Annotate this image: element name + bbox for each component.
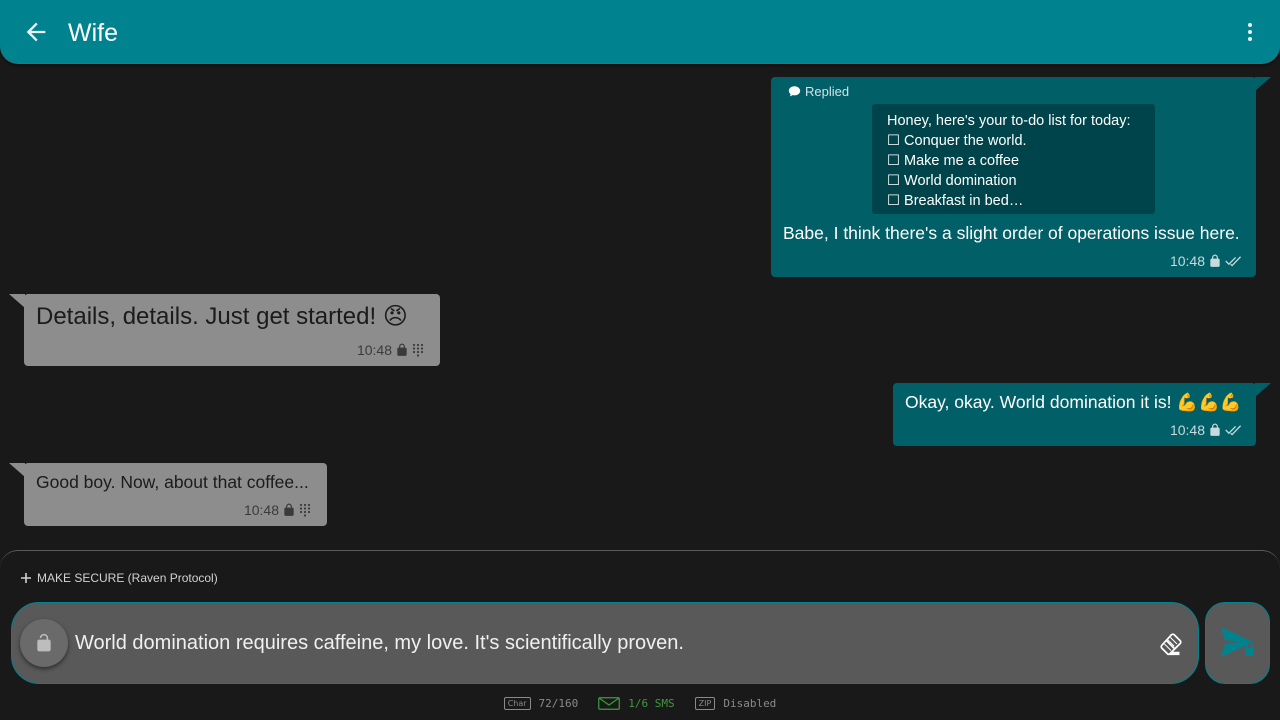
dialpad-icon — [412, 343, 424, 357]
bubble-tail — [1255, 383, 1271, 397]
more-vert-icon — [1248, 23, 1252, 41]
make-secure-label: MAKE SECURE (Raven Protocol) — [37, 571, 218, 585]
message-bubble-sent[interactable]: Replied Honey, here's your to-do list fo… — [771, 77, 1271, 277]
back-button[interactable] — [22, 18, 50, 46]
plus-icon — [21, 573, 31, 583]
app-root: Wife Replied Honey, here's your to-do li… — [0, 0, 1280, 720]
message-bubble-received[interactable]: Details, details. Just get started! 😠 10… — [9, 294, 440, 366]
double-check-icon — [1225, 256, 1242, 267]
replied-label: Replied — [805, 84, 850, 99]
message-text: Okay, okay. World domination it is! 💪💪💪 — [905, 392, 1242, 412]
message-meta: 10:48 — [357, 342, 424, 358]
eraser-icon — [1160, 633, 1182, 656]
double-check-icon — [1225, 425, 1242, 436]
message-time: 10:48 — [356, 342, 392, 358]
message-meta: 10:48 — [1170, 422, 1242, 438]
message-bubble-received[interactable]: Good boy. Now, about that coffee... 10:4… — [9, 463, 327, 526]
message-meta: 10:48 — [244, 502, 311, 518]
sms-counter: 1/6 SMS — [598, 696, 675, 710]
replied-indicator: Replied — [788, 84, 849, 99]
quote-line: ☐ Breakfast in bed… — [887, 193, 1024, 209]
lock-icon — [284, 503, 294, 516]
message-text: Details, details. Just get started! 😠 — [36, 303, 408, 330]
bubble-tail — [9, 463, 25, 477]
lock-icon — [397, 343, 407, 356]
char-badge: Char — [503, 696, 531, 710]
quote-line: Honey, here's your to-do list for today: — [887, 113, 1131, 129]
message-meta: 10:48 — [1170, 253, 1242, 269]
clear-input-button[interactable] — [1158, 631, 1184, 657]
arrow-left-icon — [26, 22, 46, 42]
message-text: Babe, I think there's a slight order of … — [783, 223, 1240, 243]
message-time: 10:48 — [1169, 422, 1205, 438]
char-count: 72/160 — [538, 696, 579, 710]
lock-icon — [1210, 423, 1220, 436]
quoted-message[interactable]: Honey, here's your to-do list for today:… — [872, 104, 1155, 214]
message-bubble-sent[interactable]: Okay, okay. World domination it is! 💪💪💪 … — [893, 383, 1271, 446]
bubble-tail — [1255, 77, 1271, 91]
message-input[interactable] — [75, 629, 1125, 657]
zip-status: ZIP Disabled — [694, 696, 777, 710]
composer-status-bar: Char 72/160 1/6 SMS ZIP Disabled — [0, 694, 1280, 712]
make-secure-button[interactable]: MAKE SECURE (Raven Protocol) — [20, 571, 218, 585]
sms-count: 1/6 SMS — [628, 696, 675, 710]
send-secure-icon — [1220, 627, 1254, 657]
speech-bubble-icon — [788, 86, 801, 97]
send-button[interactable] — [1205, 602, 1270, 684]
message-text: Good boy. Now, about that coffee... — [36, 472, 309, 492]
dialpad-icon — [299, 503, 311, 517]
lock-icon — [1210, 254, 1220, 267]
quote-line: ☐ Make me a coffee — [887, 153, 1020, 169]
bubble-tail — [9, 294, 25, 308]
conversation-title: Wife — [68, 19, 118, 47]
message-time: 10:48 — [1169, 253, 1205, 269]
quote-line: ☐ World domination — [887, 173, 1017, 189]
overflow-menu-button[interactable] — [1238, 20, 1262, 44]
message-time: 10:48 — [243, 502, 279, 518]
zip-badge: ZIP — [694, 696, 716, 710]
zip-status-text: Disabled — [723, 696, 777, 710]
char-counter: Char 72/160 — [503, 696, 579, 710]
message-composer: MAKE SECURE (Raven Protocol) World domin… — [0, 550, 1280, 720]
quote-line: ☐ Conquer the world. — [887, 133, 1027, 149]
envelope-icon — [598, 696, 621, 710]
unlocked-icon — [37, 633, 51, 652]
message-input-container — [11, 602, 1199, 684]
encryption-toggle-button[interactable] — [20, 619, 68, 667]
app-header: Wife — [0, 0, 1280, 64]
